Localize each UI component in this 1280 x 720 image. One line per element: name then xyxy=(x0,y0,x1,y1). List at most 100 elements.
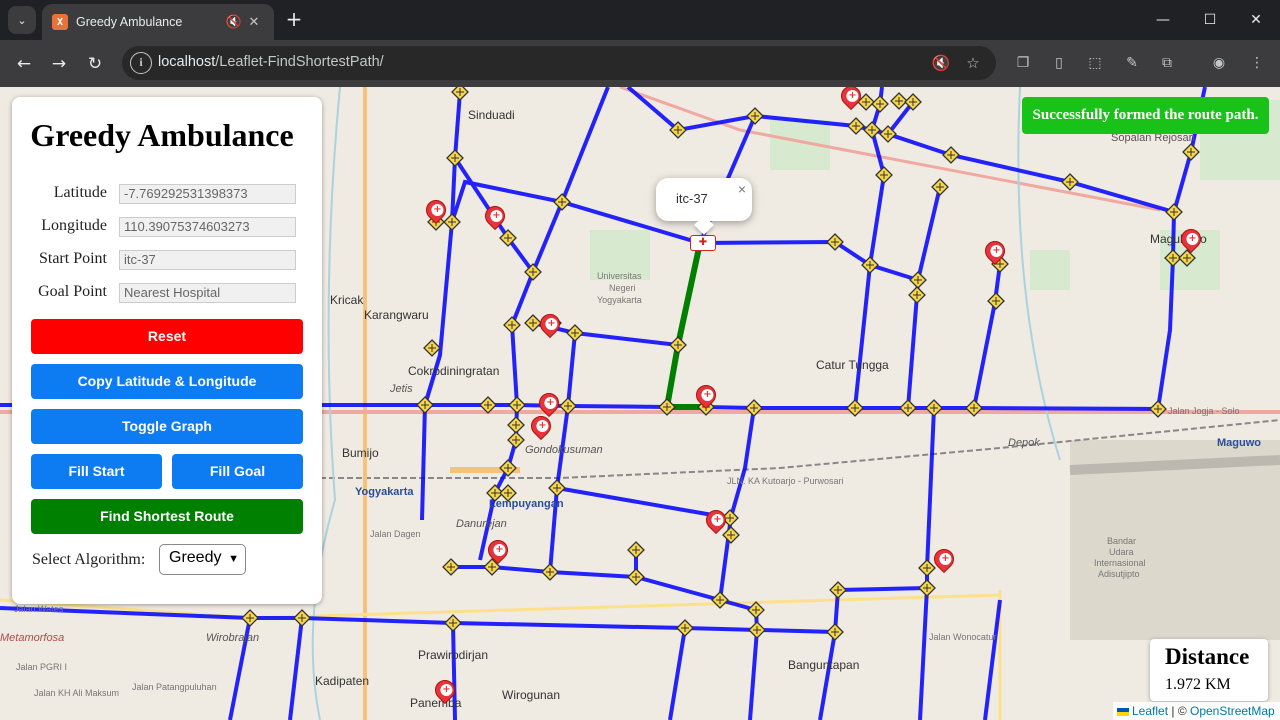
ukraine-flag-icon xyxy=(1117,707,1129,716)
hospital-cross-icon: + xyxy=(1186,233,1199,245)
toggle-graph-button[interactable]: Toggle Graph xyxy=(31,409,303,444)
map-label: Bandar xyxy=(1107,536,1137,546)
popup-text: itc-37 xyxy=(676,191,708,206)
browser-toolbar: ← → ↻ i localhost/Leaflet-FindShortestPa… xyxy=(0,40,1280,87)
hospital-cross-icon: + xyxy=(701,389,714,401)
mute-site-icon[interactable]: 🔇 xyxy=(930,52,952,74)
goal-point-field[interactable]: Nearest Hospital xyxy=(119,283,296,303)
map-label: Yogyakarta xyxy=(597,295,642,305)
fill-start-button[interactable]: Fill Start xyxy=(31,454,162,489)
new-tab-button[interactable]: + xyxy=(282,8,306,32)
map-label: Wirobrajan xyxy=(206,632,260,644)
hospital-cross-icon: + xyxy=(431,204,444,216)
distance-value: 1.972 KM xyxy=(1165,676,1231,693)
distance-box: Distance 1.972 KM xyxy=(1150,639,1268,701)
forward-button[interactable]: → xyxy=(45,50,73,78)
copy-lat-lng-button[interactable]: Copy Latitude & Longitude xyxy=(31,364,303,399)
map-label: Internasional xyxy=(1094,558,1146,568)
chevron-down-icon: ▼ xyxy=(228,553,239,565)
algorithm-select[interactable]: Greedy ▼ xyxy=(159,544,246,575)
map-label: Jalan KH Ali Maksum xyxy=(34,688,120,698)
hospital-cross-icon: + xyxy=(493,544,506,556)
map-label: Lempuyangan xyxy=(489,498,564,510)
popup-close-icon[interactable]: × xyxy=(738,181,746,197)
attribution-separator: | © xyxy=(1168,704,1190,718)
map-label: Cokrodiningratan xyxy=(408,364,500,378)
map-attribution: Leaflet | © OpenStreetMap xyxy=(1113,702,1280,720)
extension-phone-icon[interactable]: ▯ xyxy=(1048,52,1070,74)
hospital-cross-icon: + xyxy=(545,318,558,330)
tab-muted-icon[interactable]: 🔇 xyxy=(224,15,244,30)
reload-button[interactable]: ↻ xyxy=(81,50,109,78)
longitude-field[interactable]: 110.39075374603273 xyxy=(119,217,296,237)
find-shortest-route-button[interactable]: Find Shortest Route xyxy=(31,499,303,534)
hospital-cross-icon: + xyxy=(711,514,724,526)
profile-avatar-icon[interactable]: ◉ xyxy=(1208,52,1230,74)
extension-pen-icon[interactable]: ✎ xyxy=(1121,52,1143,74)
minimize-button[interactable]: — xyxy=(1140,8,1186,32)
browser-tab[interactable]: X Greedy Ambulance 🔇 ✕ xyxy=(42,4,274,40)
hospital-cross-icon: + xyxy=(939,553,952,565)
hospital-cross-icon: + xyxy=(990,245,1003,257)
hospital-cross-icon: + xyxy=(536,420,549,432)
start-point-row: Start Point itc-37 xyxy=(32,250,302,270)
map-label: Adisutjipto xyxy=(1098,569,1140,579)
osm-link[interactable]: OpenStreetMap xyxy=(1190,704,1275,718)
extension-copy-icon[interactable]: ❐ xyxy=(1012,52,1034,74)
url-text[interactable]: localhost/Leaflet-FindShortestPath/ xyxy=(158,54,384,70)
tab-favicon-icon: X xyxy=(52,14,68,30)
map-label: Universitas xyxy=(597,271,642,281)
map-label: Jalan Jogja - Solo xyxy=(1168,406,1240,416)
map-label: Jetis xyxy=(390,383,413,395)
map-label: Jalan PGRI I xyxy=(16,662,68,672)
map-label: Jalan Wonocatur xyxy=(929,632,997,642)
maximize-button[interactable]: ☐ xyxy=(1187,8,1233,32)
tab-bar: ⌄ X Greedy Ambulance 🔇 ✕ + — ☐ ✕ xyxy=(0,0,1280,40)
latitude-row: Latitude -7.769292531398373 xyxy=(32,184,302,204)
browser-menu-icon[interactable]: ⋮ xyxy=(1246,52,1268,74)
leaflet-link[interactable]: Leaflet xyxy=(1132,704,1168,718)
site-info-icon[interactable]: i xyxy=(130,52,152,74)
tab-search-menu-icon[interactable]: ⌄ xyxy=(8,6,36,34)
hospital-cross-icon: + xyxy=(846,90,859,102)
map-label: Panemba xyxy=(410,696,462,710)
latitude-label: Latitude xyxy=(53,184,107,201)
map-label: Prawirodirjan xyxy=(418,648,489,662)
fill-goal-button[interactable]: Fill Goal xyxy=(172,454,303,489)
address-bar[interactable]: i localhost/Leaflet-FindShortestPath/ 🔇 … xyxy=(122,46,996,80)
map-label: Karangwaru xyxy=(364,308,429,322)
ambulance-marker[interactable]: ✚ xyxy=(690,235,716,251)
back-button[interactable]: ← xyxy=(10,50,38,78)
hospital-cross-icon: + xyxy=(544,397,557,409)
reset-button[interactable]: Reset xyxy=(31,319,303,354)
map-label: Wirogunan xyxy=(502,688,561,702)
map-label: Jalan Wates xyxy=(14,604,64,614)
map-label: Metamorfosa xyxy=(0,632,65,644)
map-label: JLN. KA Kutoarjo - Purwosari xyxy=(727,476,844,486)
map-label: Udara xyxy=(1109,547,1134,557)
close-window-button[interactable]: ✕ xyxy=(1233,8,1279,32)
goal-point-row: Goal Point Nearest Hospital xyxy=(32,283,302,303)
control-panel: Greedy Ambulance Latitude -7.76929253139… xyxy=(12,97,322,604)
map-label: Gondokusuman xyxy=(525,444,603,456)
map-label: Danurejan xyxy=(456,518,507,530)
map-label: Jalan Dagen xyxy=(370,529,421,539)
goal-point-label: Goal Point xyxy=(38,283,107,300)
hospital-cross-icon: + xyxy=(490,210,503,222)
algorithm-selected-value: Greedy xyxy=(169,549,222,566)
longitude-row: Longitude 110.39075374603273 xyxy=(32,217,302,237)
start-point-field[interactable]: itc-37 xyxy=(119,250,296,270)
bookmark-star-icon[interactable]: ☆ xyxy=(962,52,984,74)
map-label: Depok xyxy=(1008,437,1040,449)
map-label: Kricak xyxy=(330,293,364,307)
latitude-field[interactable]: -7.769292531398373 xyxy=(119,184,296,204)
longitude-label: Longitude xyxy=(41,217,107,234)
start-point-label: Start Point xyxy=(38,250,107,267)
map-label: Banguntapan xyxy=(788,658,860,672)
extension-screenshot-icon[interactable]: ⬚ xyxy=(1084,52,1106,74)
tab-close-icon[interactable]: ✕ xyxy=(244,15,264,30)
page-title: Greedy Ambulance xyxy=(30,117,294,153)
map-label: Jalan Patangpuluhan xyxy=(132,682,217,692)
extensions-puzzle-icon[interactable]: ⧉ xyxy=(1156,52,1178,74)
tab-title: Greedy Ambulance xyxy=(76,15,183,29)
